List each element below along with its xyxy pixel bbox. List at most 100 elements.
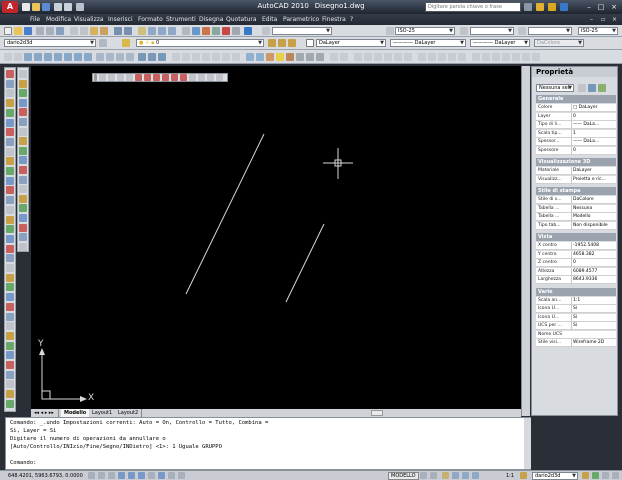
gradient-icon[interactable] xyxy=(6,215,14,224)
named-views-icon[interactable] xyxy=(19,175,27,184)
pyramid-icon[interactable] xyxy=(84,53,92,61)
snap-toggle-icon[interactable] xyxy=(88,472,95,479)
property-section-header[interactable]: Vista xyxy=(536,233,616,241)
offset-icon[interactable] xyxy=(6,283,14,292)
view-iso-icon[interactable] xyxy=(232,53,240,61)
viewports-icon[interactable] xyxy=(19,185,27,194)
sweep-icon[interactable] xyxy=(116,53,124,61)
property-row[interactable]: Materiale DaLayer xyxy=(536,167,616,175)
property-value[interactable]: Sì xyxy=(571,305,616,313)
layer-properties-icon[interactable] xyxy=(122,39,130,47)
property-value[interactable]: -1952.5408 xyxy=(571,242,616,250)
menu-help[interactable]: ? xyxy=(350,16,353,23)
property-value[interactable]: 6089.4577 xyxy=(571,267,616,276)
menu-modifica[interactable]: Modifica xyxy=(46,16,71,23)
layer-match-icon[interactable] xyxy=(19,242,27,251)
hardware-accel-icon[interactable] xyxy=(592,472,599,479)
ucs-world-icon[interactable] xyxy=(354,53,362,61)
property-row[interactable]: X centro -1952.5408 xyxy=(536,242,616,250)
property-row[interactable]: Tipo tab... Non disponibile xyxy=(536,221,616,230)
region-icon[interactable] xyxy=(216,74,223,81)
area-icon[interactable] xyxy=(19,79,27,88)
menu-finestra[interactable]: Finestra xyxy=(322,16,346,23)
arc-icon[interactable] xyxy=(6,118,14,127)
open-icon[interactable] xyxy=(14,27,22,35)
render-icon[interactable] xyxy=(266,53,274,61)
preview-icon[interactable] xyxy=(46,27,54,35)
markup-icon[interactable] xyxy=(222,27,230,35)
point-icon[interactable] xyxy=(6,196,14,205)
polygon-icon[interactable] xyxy=(6,99,14,108)
tool-palettes-icon[interactable] xyxy=(202,27,210,35)
ellipse-icon[interactable] xyxy=(180,74,187,81)
property-value[interactable]: Wireframe 2D xyxy=(571,339,616,347)
tab-model[interactable]: Modello xyxy=(61,409,91,417)
regen-icon[interactable] xyxy=(19,166,27,174)
erase-icon[interactable] xyxy=(6,254,14,263)
undo-icon[interactable] xyxy=(114,27,122,35)
rectangle-icon[interactable] xyxy=(135,74,142,81)
zoom-realtime-icon[interactable] xyxy=(148,27,156,35)
layer-select[interactable]: ● ☼ ▪ 0 ▼ xyxy=(136,39,264,47)
ucs-x-icon[interactable] xyxy=(384,53,392,61)
polyline-icon[interactable] xyxy=(6,89,14,98)
polar-toggle-icon[interactable] xyxy=(118,472,125,479)
light-icon[interactable] xyxy=(276,53,284,61)
multileader-style-select[interactable]: ▼ xyxy=(528,27,572,35)
tab-nav-arrows[interactable]: ◂◂ ◂ ▸ ▸▸ xyxy=(31,409,59,417)
mdi-close-icon[interactable]: × xyxy=(612,16,617,23)
revcloud-icon[interactable] xyxy=(6,137,14,146)
section-plane-icon[interactable] xyxy=(330,53,338,61)
explode-icon[interactable] xyxy=(6,399,14,408)
rectangle-icon[interactable] xyxy=(6,108,14,117)
camera-icon[interactable] xyxy=(296,53,304,61)
line-icon[interactable] xyxy=(6,70,14,78)
layer-iso-icon[interactable] xyxy=(19,223,27,232)
tab-layout2[interactable]: Layout2 xyxy=(115,409,143,417)
property-value[interactable]: DaColore xyxy=(571,196,616,204)
revcloud-icon[interactable] xyxy=(162,74,169,81)
dim-style-select[interactable]: ISO-25 ▼ xyxy=(395,27,455,35)
property-section-header[interactable]: Generale xyxy=(536,95,616,103)
property-value[interactable]: □ DaLayer xyxy=(571,104,616,112)
plot-icon[interactable] xyxy=(36,27,44,35)
circle-icon[interactable] xyxy=(6,128,14,137)
quick-select-icon[interactable] xyxy=(598,84,606,92)
showmotion-icon[interactable] xyxy=(472,472,479,479)
property-row[interactable]: Scala tip... 1 xyxy=(536,129,616,138)
zoom-out-icon[interactable] xyxy=(19,127,27,136)
otrack-toggle-icon[interactable] xyxy=(138,472,145,479)
zoom-in-icon[interactable] xyxy=(19,118,27,126)
drawn-line-2[interactable] xyxy=(285,223,325,303)
property-row[interactable]: Icona U... Sì xyxy=(536,313,616,322)
interfere-icon[interactable] xyxy=(482,53,490,61)
ucs-icon[interactable] xyxy=(14,53,22,61)
materials-icon[interactable] xyxy=(286,53,294,61)
model-space-button[interactable]: MODELLO xyxy=(388,472,419,480)
ellipse-icon[interactable] xyxy=(6,157,14,166)
view-right-icon[interactable] xyxy=(202,53,210,61)
ortho-toggle-icon[interactable] xyxy=(108,472,115,479)
trim-icon[interactable] xyxy=(6,341,14,350)
redraw-icon[interactable] xyxy=(19,156,27,165)
box-3d-icon[interactable] xyxy=(24,53,32,61)
dim-style-icon[interactable] xyxy=(386,27,394,35)
property-row[interactable]: Z centro 0 xyxy=(536,259,616,267)
spline-icon[interactable] xyxy=(6,147,14,156)
check-icon[interactable] xyxy=(532,53,540,61)
separate-icon[interactable] xyxy=(512,53,520,61)
color-select[interactable]: DaLayer ▼ xyxy=(316,39,386,47)
orbit-icon[interactable] xyxy=(246,53,254,61)
union-icon[interactable] xyxy=(138,53,146,61)
property-row[interactable]: Tipo di li... —— DaLa... xyxy=(536,121,616,129)
property-value[interactable]: 1:1 xyxy=(571,296,616,305)
maximize-icon[interactable]: □ xyxy=(596,2,606,12)
menu-strumenti[interactable]: Strumenti xyxy=(166,16,196,23)
rotate-3d-icon[interactable] xyxy=(428,53,436,61)
chamfer-icon[interactable] xyxy=(6,380,14,389)
property-value[interactable]: —— DaLa... xyxy=(571,121,616,129)
property-value[interactable]: 0 xyxy=(571,112,616,121)
cylinder-icon[interactable] xyxy=(44,53,52,61)
multileader-style-icon[interactable] xyxy=(518,27,526,35)
search-input[interactable]: Digitare parola chiave o frase xyxy=(425,2,521,12)
